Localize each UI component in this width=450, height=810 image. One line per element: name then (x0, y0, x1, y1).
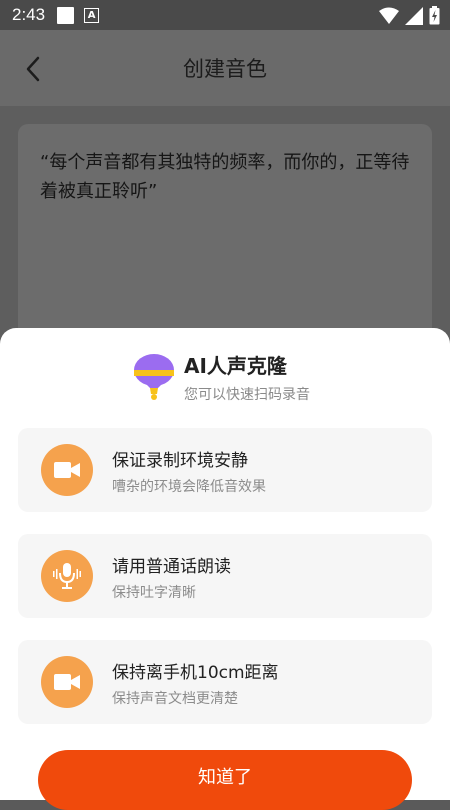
video-camera-icon (54, 462, 80, 478)
microphone-badge-icon (134, 354, 174, 400)
notification-square-icon (57, 6, 75, 24)
battery-charging-icon (429, 6, 440, 25)
microphone-icon (53, 563, 81, 589)
chevron-left-icon (26, 56, 40, 82)
quote-text: “每个声音都有其独特的频率，而你的，正等待着被真正聆听” (40, 152, 410, 202)
status-icons (379, 6, 440, 25)
tip-desc: 保持声音文档更清楚 (112, 691, 238, 707)
tip-title: 保证录制环境安静 (112, 451, 248, 471)
tip-card-distance: 保持离手机10cm距离 保持声音文档更清楚 (18, 640, 432, 724)
tip-icon-bg (41, 550, 93, 602)
sheet-subtitle: 您可以快速扫码录音 (184, 387, 310, 403)
status-bar: 2:43 A (0, 0, 450, 30)
notification-a-icon: A (84, 7, 100, 23)
tip-icon-bg (41, 444, 93, 496)
tip-desc: 保持吐字清晰 (112, 585, 196, 601)
tip-card-quiet: 保证录制环境安静 嘈杂的环境会降低音效果 (18, 428, 432, 512)
sheet-title: AI人声克隆 (184, 354, 287, 378)
app-header: 创建音色 (0, 30, 450, 106)
video-camera-icon (54, 674, 80, 690)
tip-desc: 嘈杂的环境会降低音效果 (112, 479, 266, 495)
back-button[interactable] (18, 54, 48, 84)
signal-icon (405, 6, 423, 25)
wifi-icon (379, 7, 399, 24)
tip-icon-bg (41, 656, 93, 708)
tip-title: 请用普通话朗读 (112, 557, 231, 577)
page-title: 创建音色 (183, 57, 267, 81)
tip-card-mandarin: 请用普通话朗读 保持吐字清晰 (18, 534, 432, 618)
tip-title: 保持离手机10cm距离 (112, 663, 279, 683)
status-time: 2:43 (12, 5, 46, 24)
confirm-button[interactable]: 知道了 (38, 750, 412, 810)
bottom-sheet: AI人声克隆 您可以快速扫码录音 保证录制环境安静 嘈杂的环境会降低音效果 请用… (0, 328, 450, 810)
sheet-header: AI人声克隆 您可以快速扫码录音 (130, 348, 430, 408)
